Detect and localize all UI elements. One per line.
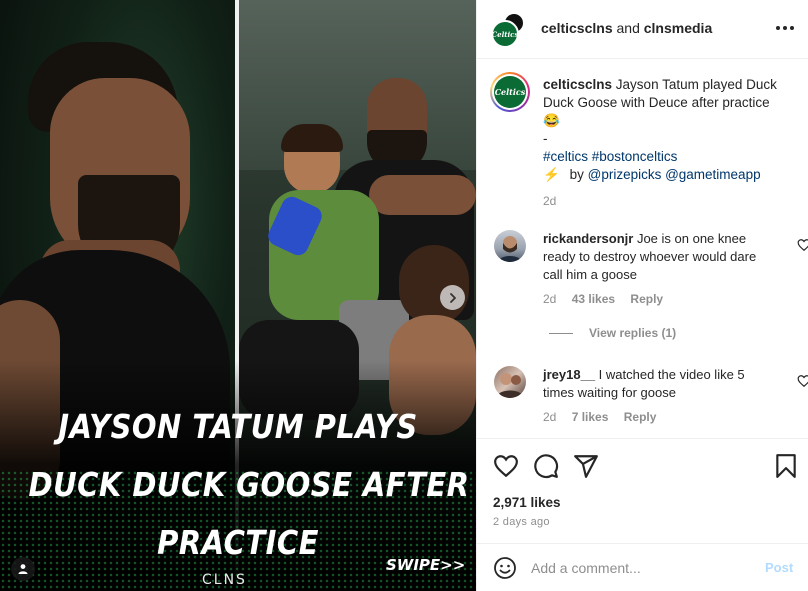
heart-icon[interactable] [493, 453, 519, 479]
more-dot [783, 26, 787, 30]
reply-button[interactable]: Reply [624, 410, 657, 424]
avatar[interactable] [494, 230, 526, 262]
caption-mentions[interactable]: @prizepicks @gametimeapp [588, 167, 761, 182]
caption-separator: - [543, 131, 548, 146]
girl-head [399, 245, 469, 325]
next-slide-button[interactable] [440, 285, 465, 310]
post-button[interactable]: Post [765, 560, 793, 575]
media-headline: JAYSON TATUM PLAYS DUCK DUCK GOOSE AFTER… [28, 398, 470, 572]
more-horizontal-icon [776, 26, 780, 30]
caption-emoji: 😂 [543, 113, 560, 128]
comment-username[interactable]: rickandersonjr [543, 231, 633, 246]
add-comment-bar: Post [477, 543, 808, 591]
avatar-celticsclns[interactable]: Celtics [491, 20, 519, 48]
user-tag-icon [18, 564, 28, 574]
lightning-icon: ⚡ [543, 167, 560, 182]
reply-button[interactable]: Reply [630, 292, 663, 306]
comment-input[interactable] [531, 552, 751, 584]
caption-time[interactable]: 2d [543, 192, 793, 210]
avatar-ring: Celtics [492, 74, 528, 110]
collab-avatars[interactable]: Celtics [491, 12, 527, 48]
comment-username[interactable]: jrey18__ [543, 367, 595, 382]
caption-hashtags[interactable]: #celtics #bostonceltics [543, 149, 677, 164]
comment-time[interactable]: 2d [543, 292, 556, 306]
caption-text: celticsclns Jayson Tatum played Duck Duc… [543, 76, 793, 210]
headline-line-1: JAYSON TATUM PLAYS [58, 407, 418, 446]
comment-likes[interactable]: 7 likes [572, 410, 609, 424]
caption-username[interactable]: celticsclns [543, 77, 612, 92]
post-side-panel: Celtics celticsclns and clnsmedia Celtic… [476, 0, 808, 591]
person-icon [498, 236, 522, 262]
background-wall [239, 0, 476, 170]
kid-hair [281, 124, 343, 152]
player-arm-2 [369, 175, 476, 215]
comment-likes[interactable]: 43 likes [572, 292, 615, 306]
action-bar: 2,971 likes 2 days ago [477, 438, 808, 543]
author-link-2[interactable]: clnsmedia [644, 20, 712, 36]
post-authors: celticsclns and clnsmedia [541, 20, 712, 36]
tagged-users-button[interactable] [11, 557, 35, 581]
avatar[interactable] [494, 366, 526, 398]
bookmark-icon[interactable] [773, 453, 799, 479]
comment-meta: 2d 7 likes Reply [543, 410, 668, 424]
person-icon [496, 373, 524, 398]
headline-line-3: PRACTICE [157, 523, 319, 562]
caption-avatar[interactable]: Celtics [490, 72, 530, 112]
swipe-label: SWIPE>> [386, 556, 466, 574]
replies-dash [549, 332, 573, 334]
heart-icon[interactable] [797, 374, 808, 388]
post-header: Celtics celticsclns and clnsmedia [477, 0, 808, 59]
comment-text: rickandersonjr Joe is on one knee ready … [543, 230, 757, 284]
post-media[interactable]: JAYSON TATUM PLAYS DUCK DUCK GOOSE AFTER… [0, 0, 476, 591]
post-date[interactable]: 2 days ago [493, 516, 550, 528]
logo-text: Celtics [494, 87, 526, 97]
emoji-icon[interactable] [493, 556, 517, 580]
caption-by: by [569, 167, 584, 182]
comment-time[interactable]: 2d [543, 410, 556, 424]
likes-count[interactable]: 2,971 likes [493, 495, 561, 510]
view-replies-button[interactable]: View replies (1) [549, 326, 676, 340]
avatar-logo-text: Celtics [491, 29, 519, 39]
heart-icon[interactable] [797, 238, 808, 252]
share-icon[interactable] [573, 453, 599, 479]
comment-icon[interactable] [533, 453, 559, 479]
celtics-logo: Celtics [494, 76, 526, 108]
more-dot [790, 26, 794, 30]
headline-line-2: DUCK DUCK GOOSE AFTER [28, 465, 470, 504]
comment-text: jrey18__ I watched the video like 5 time… [543, 366, 757, 402]
comment-meta: 2d 43 likes Reply [543, 292, 675, 306]
more-options-button[interactable] [773, 18, 797, 38]
author-joiner: and [612, 20, 644, 36]
chevron-right-icon [449, 292, 456, 303]
brand-watermark: CLNS [202, 572, 247, 588]
author-link-1[interactable]: celticsclns [541, 20, 613, 36]
view-replies-label: View replies (1) [589, 326, 677, 340]
